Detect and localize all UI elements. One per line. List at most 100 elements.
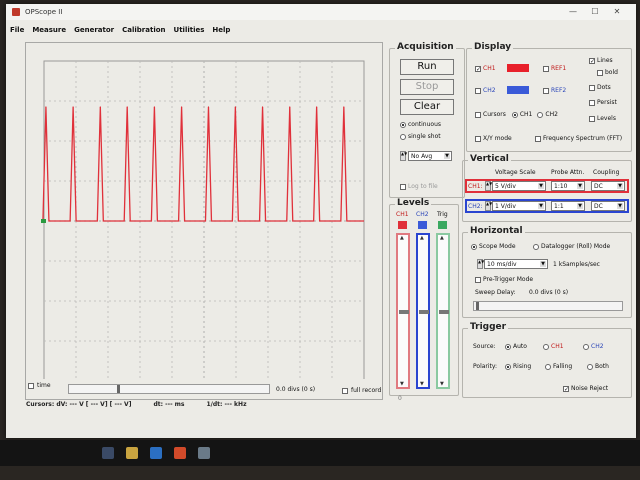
- clear-button[interactable]: Clear: [400, 99, 454, 115]
- scope-mode-radio[interactable]: [471, 243, 477, 250]
- task-view-icon[interactable]: [102, 447, 114, 459]
- display-ch1-checkbox[interactable]: ✓: [475, 65, 481, 72]
- maximize-button[interactable]: ☐: [584, 4, 606, 20]
- lines-checkbox[interactable]: ✓: [589, 57, 595, 64]
- timebase-spinner[interactable]: ▲▼: [477, 259, 484, 269]
- display-ref2-option[interactable]: REF2: [543, 87, 566, 94]
- trig-level-thumb[interactable]: [439, 310, 449, 314]
- xy-mode-option[interactable]: X/Y mode: [475, 135, 512, 142]
- ch2-coupling-select[interactable]: DC ▼: [591, 201, 625, 211]
- display-ref2-checkbox[interactable]: [543, 87, 549, 94]
- display-ref1-option[interactable]: REF1: [543, 65, 566, 72]
- ch1-coupling-select[interactable]: DC ▼: [591, 181, 625, 191]
- display-ch2-option[interactable]: CH2: [475, 87, 496, 94]
- menu-measure[interactable]: Measure: [28, 26, 70, 34]
- mode-continuous[interactable]: continuous: [400, 121, 441, 128]
- sweep-delay-slider[interactable]: [473, 301, 623, 311]
- levels-checkbox[interactable]: [589, 115, 595, 122]
- trigger-ch2-radio[interactable]: [583, 343, 589, 350]
- up-arrow-icon[interactable]: ▲: [400, 235, 404, 241]
- falling-option[interactable]: Falling: [545, 363, 572, 370]
- log-to-file-option[interactable]: Log to file: [400, 183, 438, 190]
- trigger-ch1-radio[interactable]: [543, 343, 549, 350]
- cursor-ch2-radio[interactable]: [537, 111, 544, 118]
- scope-mode-option[interactable]: Scope Mode: [471, 243, 516, 250]
- cursor-ch1-radio[interactable]: [511, 111, 518, 118]
- trigger-ch2-option[interactable]: CH2: [583, 343, 604, 350]
- persist-option[interactable]: Persist: [589, 99, 617, 106]
- menu-calibration[interactable]: Calibration: [118, 26, 169, 34]
- browser-icon[interactable]: [174, 447, 186, 459]
- both-option[interactable]: Both: [587, 363, 609, 370]
- bold-checkbox[interactable]: [597, 69, 603, 76]
- rising-radio[interactable]: [505, 363, 511, 370]
- ch1-probe-select[interactable]: 1:10 ▼: [551, 181, 585, 191]
- pretrigger-checkbox[interactable]: [475, 276, 481, 283]
- avg-select[interactable]: No Avg ▼: [408, 151, 452, 161]
- both-radio[interactable]: [587, 363, 593, 370]
- continuous-radio[interactable]: [400, 121, 406, 128]
- time-checkbox[interactable]: [28, 382, 34, 389]
- display-ch2-checkbox[interactable]: [475, 87, 481, 94]
- up-arrow-icon[interactable]: ▲: [440, 235, 444, 241]
- trigger-ch1-option[interactable]: CH1: [543, 343, 564, 350]
- ch2-probe-select[interactable]: 1:1 ▼: [551, 201, 585, 211]
- falling-radio[interactable]: [545, 363, 551, 370]
- stop-button[interactable]: Stop: [400, 79, 454, 95]
- lines-option[interactable]: ✓ Lines: [589, 57, 613, 64]
- timebase-select[interactable]: 10 ms/div ▼: [484, 259, 548, 269]
- scope-display[interactable]: [25, 42, 383, 400]
- menu-generator[interactable]: Generator: [70, 26, 118, 34]
- cursors-option[interactable]: Cursors CH1 CH2: [475, 111, 558, 118]
- trig-level-slider[interactable]: ▲ ▼: [436, 233, 450, 389]
- trigger-auto-option[interactable]: Auto: [505, 343, 527, 350]
- run-button[interactable]: Run: [400, 59, 454, 75]
- ch2-color-swatch[interactable]: [507, 86, 529, 94]
- timeline-scroll-thumb[interactable]: [117, 385, 120, 393]
- ch1-scale-select[interactable]: 5 V/div ▼: [492, 181, 546, 191]
- trigger-auto-radio[interactable]: [505, 343, 511, 350]
- noise-reject-checkbox[interactable]: ✓: [563, 385, 569, 392]
- ch2-scale-select[interactable]: 1 V/div ▼: [492, 201, 546, 211]
- rising-option[interactable]: Rising: [505, 363, 531, 370]
- single-shot-radio[interactable]: [400, 133, 406, 140]
- pretrigger-option[interactable]: Pre-Trigger Mode: [475, 276, 533, 283]
- full-record-option[interactable]: full record: [342, 387, 381, 394]
- minimize-button[interactable]: —: [562, 4, 584, 20]
- ch2-level-slider[interactable]: ▲ ▼: [416, 233, 430, 389]
- opscope-taskbar-icon[interactable]: [198, 447, 210, 459]
- down-arrow-icon[interactable]: ▼: [400, 381, 404, 387]
- ch2-scale-spinner[interactable]: ▲▼: [485, 201, 492, 211]
- ch1-level-slider[interactable]: ▲ ▼: [396, 233, 410, 389]
- file-explorer-icon[interactable]: [126, 447, 138, 459]
- menu-help[interactable]: Help: [208, 26, 234, 34]
- persist-checkbox[interactable]: [589, 99, 595, 106]
- full-record-checkbox[interactable]: [342, 387, 348, 394]
- display-ref1-checkbox[interactable]: [543, 65, 549, 72]
- timeline-scrollbar[interactable]: [68, 384, 270, 394]
- time-option[interactable]: time: [28, 382, 51, 389]
- datalogger-radio[interactable]: [533, 243, 539, 250]
- ch2-level-thumb[interactable]: [419, 310, 429, 314]
- ch1-color-swatch[interactable]: [507, 64, 529, 72]
- xy-mode-checkbox[interactable]: [475, 135, 481, 142]
- log-to-file-checkbox[interactable]: [400, 183, 406, 190]
- up-arrow-icon[interactable]: ▲: [420, 235, 424, 241]
- fft-checkbox[interactable]: [535, 135, 541, 142]
- close-button[interactable]: ✕: [606, 4, 628, 20]
- fft-option[interactable]: Frequency Spectrum (FFT): [535, 135, 622, 142]
- menu-file[interactable]: File: [6, 26, 28, 34]
- display-ch1-option[interactable]: ✓ CH1: [475, 65, 496, 72]
- avg-spinner[interactable]: ▲▼: [400, 151, 407, 161]
- down-arrow-icon[interactable]: ▼: [420, 381, 424, 387]
- menu-utilities[interactable]: Utilities: [170, 26, 209, 34]
- bold-option[interactable]: bold: [597, 69, 618, 76]
- mode-single-shot[interactable]: single shot: [400, 133, 441, 140]
- sweep-delay-thumb[interactable]: [476, 302, 479, 310]
- datalogger-option[interactable]: Datalogger (Roll) Mode: [533, 243, 610, 250]
- dots-option[interactable]: Dots: [589, 84, 611, 91]
- down-arrow-icon[interactable]: ▼: [440, 381, 444, 387]
- levels-option[interactable]: Levels: [589, 115, 616, 122]
- cursors-checkbox[interactable]: [475, 111, 481, 118]
- ch1-level-thumb[interactable]: [399, 310, 409, 314]
